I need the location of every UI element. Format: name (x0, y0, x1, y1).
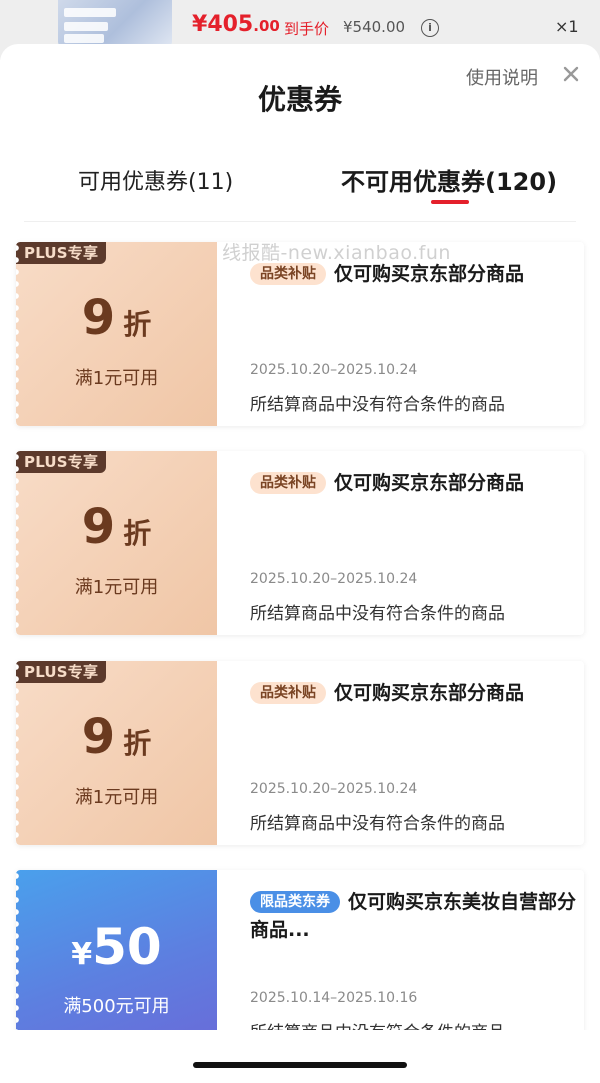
plus-exclusive-badge: PLUS专享 (16, 451, 107, 473)
category-tag: 限品类东券 (250, 890, 340, 913)
coupon-card[interactable]: ¥50 满500元可用 限品类东券 仅可购买京东美妆自营部分商品... 2025.… (16, 870, 584, 1054)
category-tag: 品类补贴 (250, 471, 326, 494)
coupon-validity-date: 2025.10.14–2025.10.16 (250, 990, 418, 1006)
active-tab-indicator (431, 200, 469, 204)
discount-value: 9折 (81, 499, 152, 555)
hand-price-label: 到手价 (284, 20, 330, 38)
coupon-card[interactable]: PLUS专享 9折 满1元可用 品类补贴 仅可购买京东部分商品 2025.10.2… (16, 242, 584, 426)
plus-exclusive-badge: PLUS专享 (16, 242, 107, 264)
plus-exclusive-badge: PLUS专享 (16, 661, 107, 683)
tabs-divider (24, 221, 576, 222)
coupon-value-panel: ¥50 满500元可用 (16, 870, 217, 1054)
coupon-card[interactable]: PLUS专享 9折 满1元可用 品类补贴 仅可购买京东部分商品 2025.10.2… (16, 451, 584, 635)
coupon-description: 品类补贴 仅可购买京东部分商品 (250, 678, 580, 707)
bottom-safe-area (0, 1030, 600, 1083)
product-quantity: ×1 (555, 17, 579, 36)
unavailable-reason: 所结算商品中没有符合条件的商品 (250, 604, 505, 624)
tab-unavailable-coupons[interactable]: 不可用优惠券(120) (341, 162, 557, 197)
coupon-threshold: 满500元可用 (63, 996, 170, 1017)
coupon-value-panel: PLUS专享 9折 满1元可用 (16, 661, 217, 845)
coupon-value-panel: PLUS专享 9折 满1元可用 (16, 451, 217, 635)
category-tag: 品类补贴 (250, 681, 326, 704)
coupon-threshold: 满1元可用 (74, 787, 159, 808)
discount-value: 9折 (81, 709, 152, 765)
info-circle-icon[interactable]: i (421, 19, 439, 37)
original-price: ¥540.00 (343, 18, 406, 36)
discount-value: 9折 (81, 290, 152, 346)
coupon-card[interactable]: PLUS专享 9折 满1元可用 品类补贴 仅可购买京东部分商品 2025.10.2… (16, 661, 584, 845)
coupon-description: 品类补贴 仅可购买京东部分商品 (250, 468, 580, 497)
coupon-threshold: 满1元可用 (74, 577, 159, 598)
category-tag: 品类补贴 (250, 262, 326, 285)
tab-available-coupons[interactable]: 可用优惠券(11) (78, 164, 233, 196)
coupon-sheet: 优惠券 使用说明 可用优惠券(11) 不可用优惠券(120) 线报酷-new.x… (0, 44, 600, 1083)
coupon-value-panel: PLUS专享 9折 满1元可用 (16, 242, 217, 426)
coupon-details: 品类补贴 仅可购买京东部分商品 2025.10.20–2025.10.24 所结算… (234, 661, 584, 845)
coupon-amount: ¥50 (71, 918, 162, 976)
coupon-details: 品类补贴 仅可购买京东部分商品 2025.10.20–2025.10.24 所结算… (234, 451, 584, 635)
coupon-description: 限品类东券 仅可购买京东美妆自营部分商品... (250, 890, 577, 941)
coupon-validity-date: 2025.10.20–2025.10.24 (250, 781, 418, 797)
unavailable-reason: 所结算商品中没有符合条件的商品 (250, 395, 505, 415)
coupon-details: 品类补贴 仅可购买京东部分商品 2025.10.20–2025.10.24 所结算… (234, 242, 584, 426)
coupon-validity-date: 2025.10.20–2025.10.24 (250, 362, 418, 378)
coupon-threshold: 满1元可用 (74, 368, 159, 389)
product-thumbnail (58, 0, 172, 46)
close-icon[interactable] (561, 64, 581, 84)
product-price: ¥405.00 (192, 12, 280, 37)
home-indicator[interactable] (193, 1062, 407, 1068)
coupon-validity-date: 2025.10.20–2025.10.24 (250, 571, 418, 587)
coupon-details: 限品类东券 仅可购买京东美妆自营部分商品... 2025.10.14–2025.1… (234, 870, 584, 1054)
usage-instructions-link[interactable]: 使用说明 (466, 64, 538, 90)
unavailable-reason: 所结算商品中没有符合条件的商品 (250, 814, 505, 834)
watermark-text: 线报酷-new.xianbao.fun (222, 242, 451, 264)
